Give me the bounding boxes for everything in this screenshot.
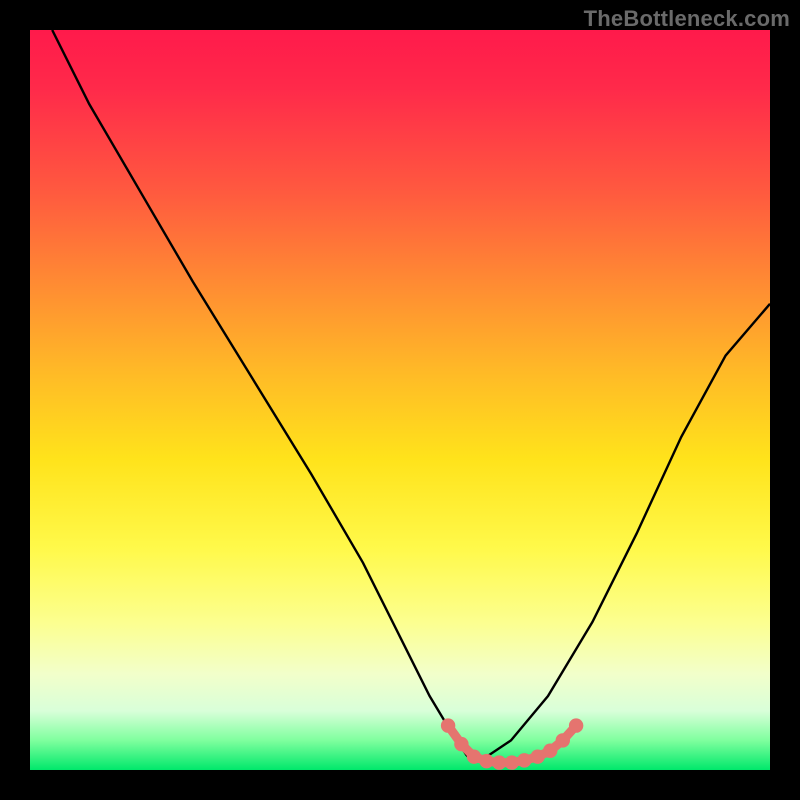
chart-svg bbox=[30, 30, 770, 770]
highlight-dot bbox=[505, 755, 519, 769]
highlight-dot bbox=[454, 737, 468, 751]
highlight-dot bbox=[569, 718, 583, 732]
highlight-dot bbox=[517, 753, 531, 767]
highlight-dot bbox=[492, 755, 506, 769]
highlight-dot bbox=[479, 754, 493, 768]
chart-container: TheBottleneck.com bbox=[0, 0, 800, 800]
left-curve bbox=[52, 30, 474, 763]
highlight-dot bbox=[543, 744, 557, 758]
highlight-dot bbox=[441, 718, 455, 732]
highlight-markers bbox=[441, 718, 583, 769]
highlight-dot bbox=[556, 733, 570, 747]
watermark: TheBottleneck.com bbox=[584, 6, 790, 32]
highlight-dot bbox=[467, 749, 481, 763]
highlight-dot bbox=[530, 749, 544, 763]
right-curve bbox=[474, 304, 770, 763]
